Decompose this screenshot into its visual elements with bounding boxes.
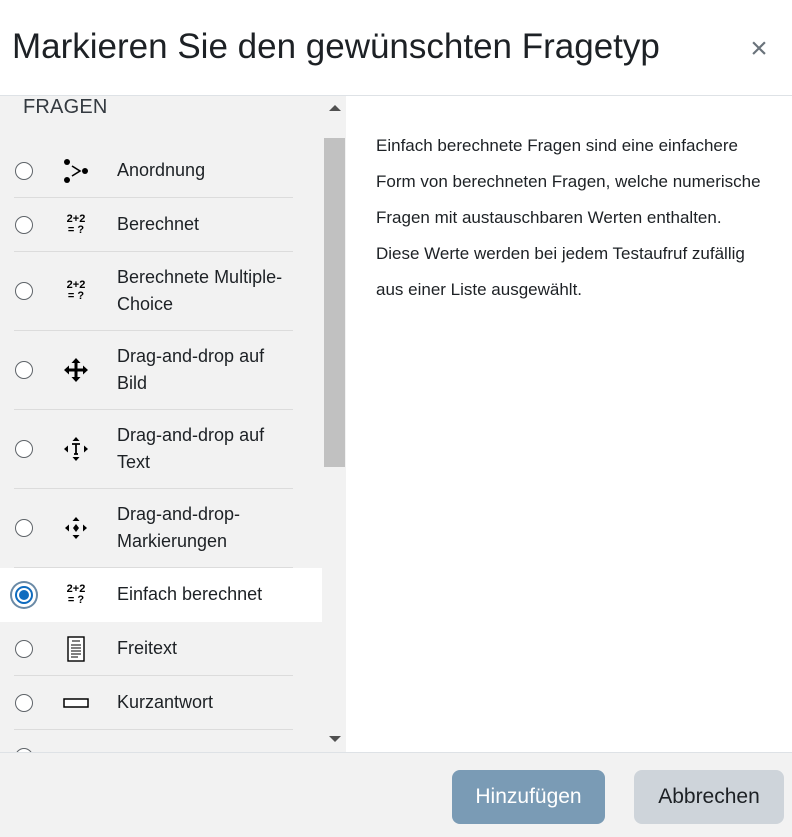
calculated-multichoice-icon: 2+2 = ? — [62, 278, 90, 304]
add-button[interactable]: Hinzufügen — [452, 770, 605, 824]
calculated-simple-icon: 2+2 = ? — [62, 582, 90, 608]
radio-button[interactable] — [15, 162, 33, 180]
list-item-label: Drag-and-drop auf Text — [117, 425, 265, 472]
scroll-up-arrow-icon[interactable] — [329, 105, 341, 111]
list-item-berechnete-multiple-choice[interactable]: 2+2 = ? Berechnete Multiple-Choice — [0, 252, 322, 331]
radio-button[interactable] — [15, 519, 33, 537]
list-item-label: Berechnet — [117, 214, 200, 234]
close-icon[interactable]: × — [744, 32, 774, 66]
section-label: FRAGEN — [23, 96, 108, 118]
list-item-label: Freitext — [117, 638, 178, 658]
move-arrows-icon — [62, 357, 90, 383]
list-item-partial[interactable] — [0, 730, 322, 752]
calc-icon-bottom: = ? — [67, 290, 85, 302]
cancel-button[interactable]: Abbrechen — [634, 770, 784, 824]
list-item-label: Anordnung — [117, 160, 206, 180]
drag-text-icon — [62, 436, 90, 462]
list-scrollbar[interactable] — [322, 96, 346, 752]
list-item-label: Einfach berechnet — [117, 584, 263, 604]
list-item-label: Kurzantwort — [117, 692, 214, 712]
list-item-label: Drag-and-drop-Markierungen — [117, 504, 241, 551]
list-item-berechnet[interactable]: 2+2 = ? Berechnet — [0, 198, 322, 252]
radio-button[interactable] — [15, 640, 33, 658]
dialog-header: Markieren Sie den gewünschten Fragetyp × — [0, 0, 792, 96]
radio-button[interactable] — [15, 216, 33, 234]
scroll-down-arrow-icon[interactable] — [329, 736, 341, 742]
list-item-ddwtos[interactable]: Drag-and-drop auf Text — [0, 410, 322, 489]
list-item-anordnung[interactable]: Anordnung — [0, 144, 322, 198]
radio-button-selected[interactable] — [15, 586, 33, 604]
question-type-description: Einfach berechnete Fragen sind eine einf… — [376, 136, 761, 299]
drag-markers-icon — [62, 515, 90, 541]
question-type-list: FRAGEN Anordnung 2+2 = ? Berechnet 2+2 = ?… — [0, 96, 346, 752]
list-item-einfach-berechnet[interactable]: 2+2 = ? Einfach berechnet — [0, 568, 322, 622]
calc-icon-bottom: = ? — [67, 594, 85, 606]
radio-button[interactable] — [15, 440, 33, 458]
calculated-icon: 2+2 = ? — [62, 212, 90, 238]
essay-icon — [62, 636, 90, 662]
list-item-freitext[interactable]: Freitext — [0, 622, 322, 676]
radio-button[interactable] — [15, 282, 33, 300]
calc-icon-bottom: = ? — [67, 224, 85, 236]
list-item-label: Drag-and-drop auf Bild — [117, 346, 265, 393]
radio-button[interactable] — [15, 361, 33, 379]
list-item-ddimage[interactable]: Drag-and-drop auf Bild — [0, 331, 322, 410]
dialog-title: Markieren Sie den gewünschten Fragetyp — [12, 27, 660, 66]
list-item-label: Berechnete Multiple-Choice — [117, 267, 283, 314]
dialog-footer: Hinzufügen Abbrechen — [0, 752, 792, 837]
list-item-kurzantwort[interactable]: Kurzantwort — [0, 676, 322, 730]
ordering-icon — [62, 158, 90, 184]
list-item-ddmarker[interactable]: Drag-and-drop-Markierungen — [0, 489, 322, 568]
scrollbar-thumb[interactable] — [324, 138, 345, 467]
radio-button[interactable] — [15, 694, 33, 712]
shortanswer-icon — [62, 690, 90, 716]
